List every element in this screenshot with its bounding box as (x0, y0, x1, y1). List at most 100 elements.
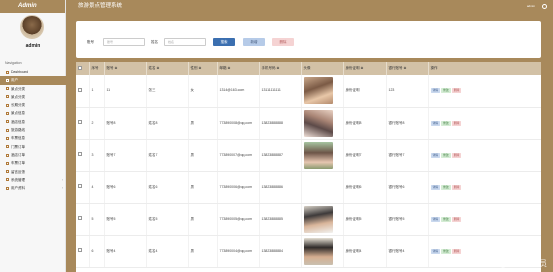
select-all-checkbox[interactable] (78, 66, 82, 70)
row-select-cell[interactable] (76, 75, 90, 108)
table-row[interactable]: 6 账号4 姓名4 男 773890004@qq.com 13823888884 身份证明4… (76, 235, 541, 268)
column-header[interactable]: 姓名 ≑ (146, 62, 189, 75)
delete-button[interactable]: 删除 (272, 38, 294, 46)
page-title: 旅游景点管理系统 (78, 3, 123, 9)
sidebar-item-13[interactable]: 系统管理 ‹ (0, 176, 66, 184)
cell-bank: 银行账号7 (386, 139, 429, 172)
cell-phone: 13823888886 (259, 171, 302, 204)
row-select-cell[interactable] (76, 235, 90, 268)
row-select-cell[interactable] (76, 139, 90, 172)
edit-button[interactable]: 修改 (441, 152, 451, 158)
table-row[interactable]: 4 账号6 姓名6 男 773890006@qq.com 13823888886 身份证明6… (76, 171, 541, 204)
sidebar-item-label: 用户资料 (11, 186, 25, 191)
sidebar-item-10[interactable]: 酒店订单 (0, 151, 66, 159)
column-header[interactable]: 性别 ≑ (188, 62, 218, 75)
cell-idx: 2 (89, 107, 105, 140)
select-all-header[interactable] (76, 62, 90, 75)
user-photo[interactable] (303, 77, 333, 105)
table-row[interactable]: 1 11 张三女 1314@163.com 13111111111 身份证明 123 详情 修改… (76, 75, 541, 108)
user-photo[interactable] (303, 237, 333, 265)
row-delete-button[interactable]: 删除 (451, 184, 462, 190)
account-search-input[interactable]: 账号 (103, 38, 145, 46)
row-delete-button[interactable]: 删除 (451, 216, 462, 222)
sidebar-item-1[interactable]: 用户 (0, 76, 66, 85)
column-header[interactable]: 账号 ≑ (104, 62, 147, 75)
detail-button[interactable]: 详情 (430, 120, 441, 126)
sidebar-item-7[interactable]: 旅游路线 (0, 126, 66, 134)
cell-account: 账号8 (104, 107, 147, 140)
cell-email: 773890007@qq.com (217, 139, 260, 172)
column-header[interactable]: 操作 (428, 62, 541, 75)
cell-phone: 13823888885 (259, 203, 302, 236)
sidebar-item-5[interactable]: 景点信息 (0, 109, 66, 117)
cell-id_card: 身份证明6 (343, 171, 387, 204)
cell-account: 账号7 (104, 139, 147, 172)
cell-photo (301, 203, 344, 236)
sidebar-item-12[interactable]: 留言反馈 (0, 168, 66, 176)
cell-name: 姓名4 (146, 235, 189, 268)
column-header[interactable]: 身份证明 ≑ (343, 62, 387, 75)
sidebar-item-11[interactable]: 车票订单 (0, 159, 66, 167)
edit-button[interactable]: 修改 (441, 248, 451, 254)
avatar[interactable] (20, 15, 44, 39)
row-select-cell[interactable] (76, 171, 90, 204)
row-select-cell[interactable] (76, 107, 90, 140)
sidebar-item-8[interactable]: 车票信息 (0, 134, 66, 142)
sidebar-item-label: 景点分类 (11, 86, 25, 91)
detail-button[interactable]: 详情 (430, 248, 441, 254)
row-delete-button[interactable]: 删除 (451, 120, 462, 126)
cell-idx: 6 (89, 235, 105, 268)
row-checkbox[interactable] (78, 88, 82, 92)
row-delete-button[interactable]: 删除 (451, 152, 462, 158)
row-checkbox[interactable] (78, 152, 82, 156)
sidebar-item-0[interactable]: Dashboard (0, 68, 66, 76)
table-row[interactable]: 3 账号7 姓名7 男 773890007@qq.com 13823888887 身份证明7… (76, 139, 541, 172)
edit-button[interactable]: 修改 (441, 184, 451, 190)
cell-idx: 4 (89, 171, 105, 204)
detail-button[interactable]: 详情 (430, 88, 441, 94)
logout-icon[interactable] (542, 4, 547, 9)
column-header[interactable]: 手机号码 ≑ (259, 62, 302, 75)
name-search-input[interactable]: 姓名 (164, 38, 206, 46)
sidebar-item-6[interactable]: 酒店信息 (0, 118, 66, 126)
chevron-icon: ‹ (61, 186, 63, 191)
row-actions: 详情 修改 删除 (428, 203, 541, 236)
column-header[interactable]: 邮箱 ≑ (217, 62, 260, 75)
sidebar-item-2[interactable]: 景点分类 (0, 85, 66, 93)
detail-button[interactable]: 详情 (430, 152, 441, 158)
cell-bank: 银行账号5 (386, 203, 429, 236)
cell-idx: 3 (89, 139, 105, 172)
edit-button[interactable]: 修改 (441, 88, 451, 94)
user-photo[interactable] (303, 141, 333, 169)
cell-phone: 13111111111 (259, 75, 302, 108)
sidebar-item-9[interactable]: 门票订单 (0, 143, 66, 151)
sidebar-item-3[interactable]: 景点分类 (0, 93, 66, 101)
detail-button[interactable]: 详情 (430, 216, 441, 222)
edit-button[interactable]: 修改 (441, 120, 451, 126)
sidebar-item-4[interactable]: 长期分类 (0, 101, 66, 109)
row-delete-button[interactable]: 删除 (451, 248, 462, 254)
add-button[interactable]: 新增 (243, 38, 265, 46)
sidebar-item-14[interactable]: 用户资料 ‹ (0, 184, 66, 192)
row-checkbox[interactable] (78, 184, 82, 188)
menu-icon (6, 178, 9, 182)
column-header[interactable]: 头像 (301, 62, 344, 75)
column-header[interactable]: 银行账号 ≑ (386, 62, 429, 75)
table-row[interactable]: 5 账号5 姓名5 男 773890005@qq.com 13823888885 身份证明5… (76, 203, 541, 236)
user-photo[interactable] (303, 109, 333, 137)
row-checkbox[interactable] (78, 120, 82, 124)
row-select-cell[interactable] (76, 203, 90, 236)
header-username[interactable]: admin (527, 0, 535, 13)
column-header[interactable]: 序号 (89, 62, 105, 75)
row-checkbox[interactable] (78, 216, 82, 220)
row-checkbox[interactable] (78, 248, 82, 252)
user-photo[interactable] (303, 205, 333, 233)
search-button[interactable]: 搜索 (213, 38, 235, 46)
detail-button[interactable]: 详情 (430, 184, 441, 190)
sidebar-menu: Dashboard 用户 景点分类 景点分类 长期分类 景点信息 酒店信息 旅游路线 车票信息门… (0, 68, 66, 192)
edit-button[interactable]: 修改 (441, 216, 451, 222)
sidebar-item-label: 门票订单 (11, 144, 25, 149)
watermark: CSDN @黑马程序员 (473, 259, 547, 268)
row-delete-button[interactable]: 删除 (451, 88, 462, 94)
table-row[interactable]: 2 账号8 姓名8 男 773890008@qq.com 13823888888 身份证明8… (76, 107, 541, 140)
